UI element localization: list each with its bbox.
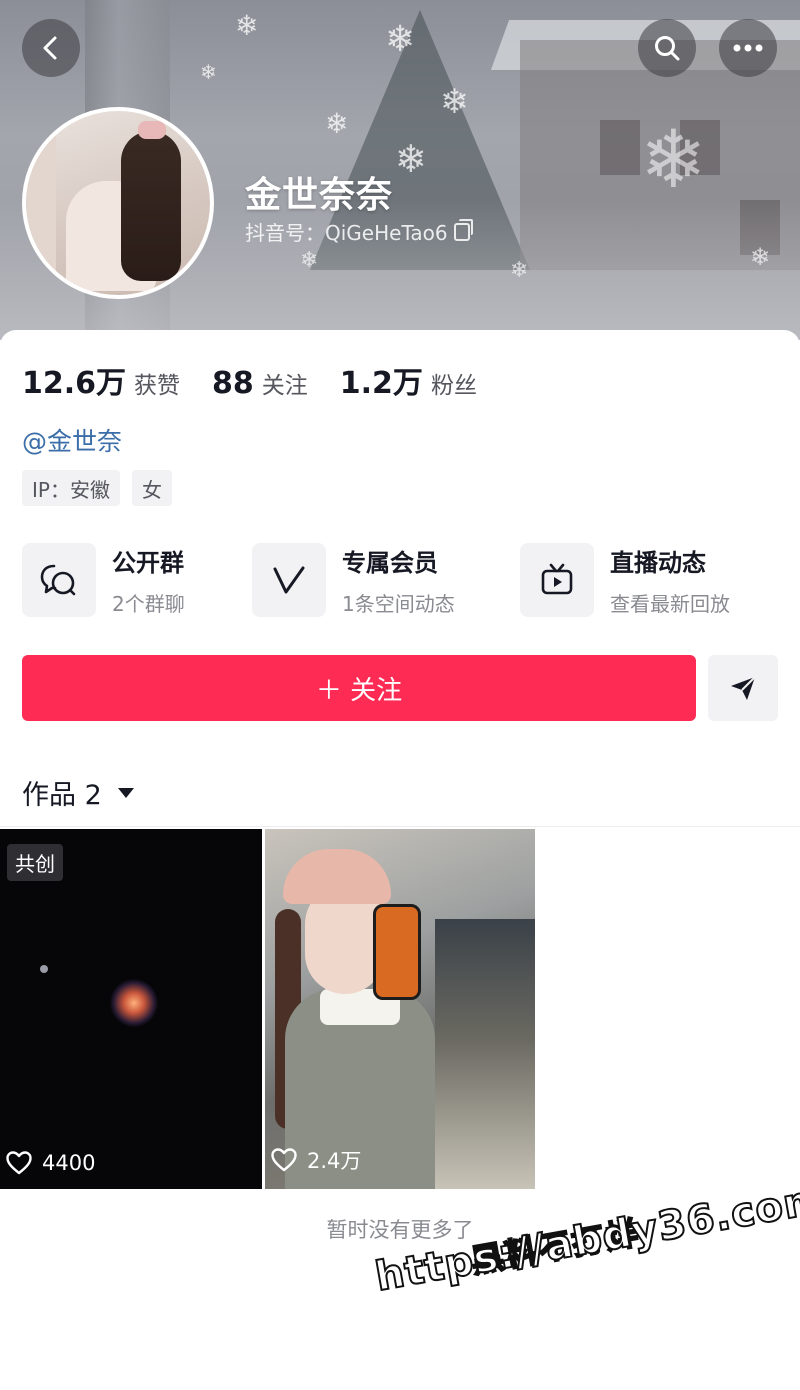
stat-value: 88 (212, 366, 254, 401)
snowflake-icon: ❄ (640, 113, 708, 206)
search-button[interactable] (638, 19, 696, 77)
work-thumbnail-firework (110, 979, 158, 1027)
snowflake-icon: ❄ (385, 19, 416, 60)
snowflake-icon: ❄ (395, 137, 427, 181)
avatar-wall (26, 111, 56, 295)
profile-banner: ❄ ❄ ❄ ❄ ❄ ❄ ❄ ❄ ❄ ❄ 金世奈奈 抖音号：QiGeHeTao6 (0, 0, 800, 340)
profile-tags: IP：安徽 女 (22, 470, 172, 506)
feature-public-group[interactable]: 公开群 2个群聊 (22, 543, 185, 617)
more-button[interactable] (719, 19, 777, 77)
feature-subtitle: 2个群聊 (112, 592, 185, 616)
work-thumbnail-cap (283, 849, 391, 904)
feature-icon-box (520, 543, 594, 617)
feature-icon-box (22, 543, 96, 617)
work-likes: 4400 (6, 1151, 95, 1175)
send-message-button[interactable] (708, 655, 778, 721)
caret-down-icon (117, 787, 134, 798)
stat-followers[interactable]: 1.2万 粉丝 (340, 358, 477, 402)
snowflake-icon: ❄ (440, 82, 469, 122)
snowflake-icon: ❄ (200, 60, 217, 84)
work-thumbnail-phone (373, 904, 421, 1000)
heart-icon (6, 1151, 32, 1175)
stat-label: 关注 (261, 373, 308, 399)
feature-membership[interactable]: 专属会员 1条空间动态 (252, 543, 455, 617)
snowflake-icon: ❄ (235, 9, 259, 42)
feature-icon-box (252, 543, 326, 617)
snowflake-icon: ❄ (325, 107, 349, 140)
work-likes-count: 4400 (42, 1151, 96, 1175)
feature-title: 直播动态 (610, 549, 706, 577)
heart-icon (271, 1148, 297, 1172)
stat-label: 粉丝 (430, 373, 477, 399)
profile-nickname: 金世奈奈 (245, 175, 394, 216)
group-chat-icon (40, 564, 76, 596)
stat-value: 1.2万 (339, 366, 423, 401)
work-thumbnail-lamp (40, 965, 48, 973)
work-likes-count: 2.4万 (307, 1149, 362, 1173)
follow-button[interactable]: ＋ 关注 (22, 655, 696, 721)
vip-v-icon (273, 566, 305, 594)
work-item[interactable]: 2.4万 (265, 829, 535, 1189)
copy-icon[interactable] (453, 218, 473, 241)
avatar[interactable] (22, 107, 214, 299)
feature-title: 公开群 (112, 549, 184, 577)
banner-house-window (600, 120, 640, 175)
stat-following[interactable]: 88 关注 (212, 366, 308, 401)
feature-subtitle: 1条空间动态 (342, 592, 455, 616)
back-button[interactable] (22, 19, 80, 77)
tag-gender: 女 (131, 470, 172, 506)
profile-stats: 12.6万 获赞 88 关注 1.2万 粉丝 (22, 358, 509, 402)
tag-ip-location: IP：安徽 (22, 470, 120, 506)
avatar-hair (121, 131, 181, 281)
work-likes: 2.4万 (271, 1145, 361, 1175)
feature-title: 专属会员 (342, 549, 438, 577)
stat-label: 获赞 (134, 373, 181, 399)
more-icon (733, 44, 763, 52)
live-tv-icon (541, 563, 573, 595)
send-icon (731, 676, 756, 700)
stat-value: 12.6万 (22, 366, 127, 401)
feature-row: 公开群 2个群聊 专属会员 1条空间动态 直播动态 查看最新回放 (22, 543, 782, 619)
divider (0, 826, 800, 827)
work-item[interactable]: 共创 4400 (0, 829, 262, 1189)
mention-link[interactable]: @金世奈 (22, 422, 122, 458)
avatar-hair-bow (138, 121, 166, 139)
feature-live[interactable]: 直播动态 查看最新回放 (520, 543, 730, 617)
tab-works[interactable]: 作品 2 (22, 773, 134, 812)
search-icon (655, 36, 680, 61)
back-icon (43, 36, 57, 60)
follow-button-label: ＋ 关注 (315, 675, 403, 706)
tab-works-label: 作品 2 (22, 780, 102, 811)
co-create-badge: 共创 (7, 844, 63, 881)
work-thumbnail-restaurant (435, 919, 535, 1189)
stat-likes[interactable]: 12.6万 获赞 (22, 358, 180, 402)
douyin-id[interactable]: 抖音号：QiGeHeTao6 (245, 217, 473, 246)
douyin-id-text: 抖音号：QiGeHeTao6 (245, 221, 448, 245)
feature-subtitle: 查看最新回放 (610, 592, 730, 616)
